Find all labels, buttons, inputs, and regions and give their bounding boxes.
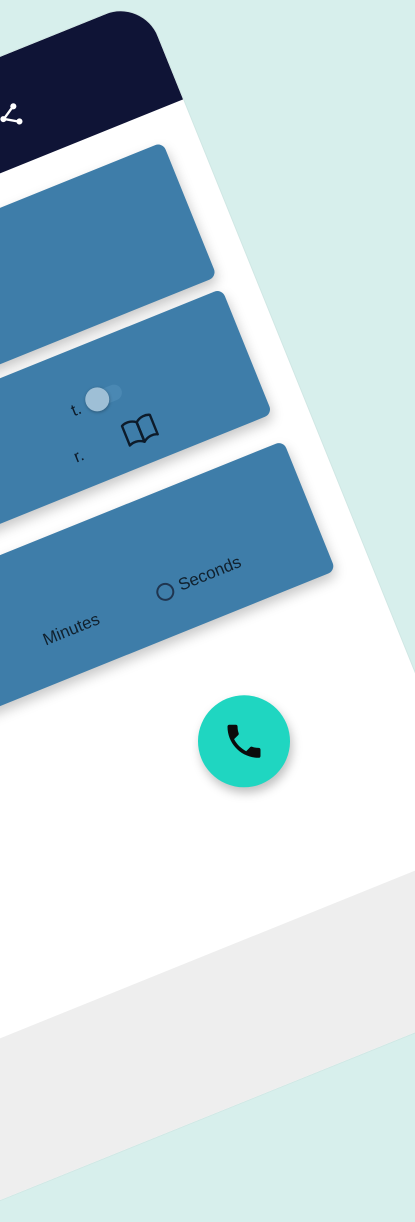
radio-minutes-label: Minutes (40, 609, 103, 650)
card-text: r. (70, 445, 87, 467)
phone-icon (227, 724, 261, 758)
toggle-switch[interactable] (81, 382, 125, 415)
toggle-label: t. (68, 398, 85, 421)
book-icon (120, 413, 159, 447)
book-button[interactable] (117, 408, 162, 451)
share-button[interactable] (0, 97, 29, 136)
radio-seconds-label: Seconds (175, 552, 244, 595)
radio-seconds[interactable]: Seconds (153, 552, 244, 604)
phone-mockup: t. r. Minutes Seconds (0, 0, 415, 1222)
app-screen: t. r. Minutes Seconds (0, 0, 415, 1222)
share-icon (0, 103, 23, 125)
radio-minutes[interactable]: Minutes (40, 609, 103, 650)
call-button[interactable] (184, 681, 304, 802)
toggle-knob (81, 383, 113, 415)
radio-circle (153, 580, 178, 604)
